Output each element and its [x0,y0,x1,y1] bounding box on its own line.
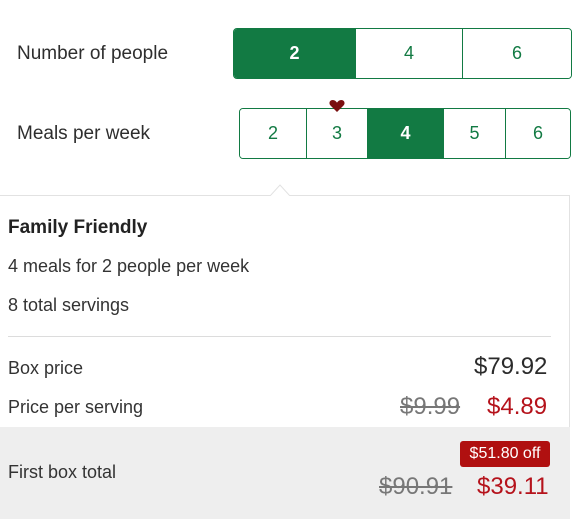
discount-badge: $51.80 off [460,441,550,467]
people-selector: 2 4 6 [233,28,572,79]
heart-icon [329,100,345,112]
meals-option-5[interactable]: 5 [443,109,505,158]
meals-selector: 2 3 4 5 6 [239,100,571,159]
meals-option-6[interactable]: 6 [505,109,570,158]
people-option-6[interactable]: 6 [462,29,571,78]
meals-option-4[interactable]: 4 [367,109,443,158]
plan-servings: 8 total servings [8,295,130,315]
first-box-original: $90.91 [379,473,453,500]
panel-pointer [270,184,290,196]
meals-label: Meals per week [17,123,151,144]
box-price-label: Box price [8,358,84,378]
first-box-label: First box total [8,462,117,482]
plan-summary: 4 meals for 2 people per week [8,256,250,276]
plan-title: Family Friendly [8,217,148,238]
meals-option-2[interactable]: 2 [240,109,306,158]
per-serving-discounted: $4.89 [487,393,548,420]
people-option-2[interactable]: 2 [234,29,355,78]
box-price-value: $79.92 [474,353,548,380]
first-box-discounted: $39.11 [477,473,549,500]
divider [8,336,551,337]
meals-option-3[interactable]: 3 [306,100,367,158]
per-serving-original: $9.99 [400,393,461,420]
per-serving-label: Price per serving [8,397,144,417]
people-label: Number of people [17,43,169,64]
people-option-4[interactable]: 4 [355,29,462,78]
meals-option-3-label: 3 [331,123,342,143]
